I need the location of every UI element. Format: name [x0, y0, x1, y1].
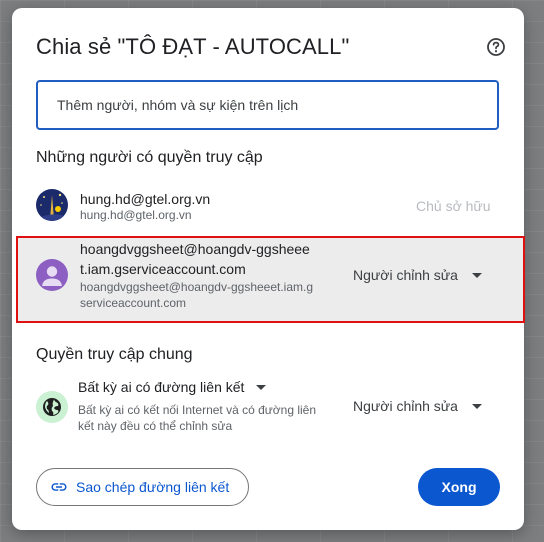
general-access-role-label: Người chỉnh sửa [353, 398, 458, 414]
person-role-dropdown[interactable]: Người chỉnh sửa [353, 267, 482, 283]
owner-role-label: Chủ sở hữu [416, 198, 491, 214]
general-access-scope-label: Bất kỳ ai có đường liên kết [78, 379, 245, 395]
person-role-label: Người chỉnh sửa [353, 267, 458, 283]
share-dialog: Chia sẻ "TÔ ĐẠT - AUTOCALL" Những người … [12, 8, 525, 530]
person-email: hung.hd@gtel.org.vn [80, 208, 192, 222]
avatar-image [36, 189, 68, 221]
chevron-down-icon [256, 384, 267, 390]
dialog-title: Chia sẻ "TÔ ĐẠT - AUTOCALL" [36, 34, 350, 59]
copy-link-label: Sao chép đường liên kết [76, 479, 230, 495]
person-name: hung.hd@gtel.org.vn [80, 191, 211, 207]
general-access-role-dropdown[interactable]: Người chỉnh sửa [353, 398, 482, 414]
person-email-line1: hoangdvggsheet@hoangdv-ggsheeet.iam.g [80, 280, 314, 294]
link-icon [51, 483, 67, 491]
chevron-down-icon [471, 403, 482, 409]
copy-link-button[interactable]: Sao chép đường liên kết [36, 468, 249, 506]
add-people-input[interactable] [36, 80, 499, 130]
general-access-description-line2: kết này đều có thể chỉnh sửa [78, 419, 233, 433]
globe-icon [36, 391, 68, 423]
done-button[interactable]: Xong [418, 468, 500, 506]
person-email-line2: serviceaccount.com [80, 296, 187, 310]
avatar [36, 189, 68, 221]
general-access-scope-dropdown[interactable]: Bất kỳ ai có đường liên kết [78, 379, 267, 395]
general-access-heading: Quyền truy cập chung [36, 346, 193, 363]
person-name-line2: t.iam.gserviceaccount.com [80, 261, 246, 277]
person-icon [42, 266, 62, 286]
chevron-down-icon [471, 272, 482, 278]
general-access-description-line1: Bất kỳ ai có kết nối Internet và có đườn… [78, 403, 317, 417]
people-section-heading: Những người có quyền truy cập [36, 149, 263, 166]
help-icon[interactable] [486, 37, 506, 57]
person-name-line1: hoangdvggsheet@hoangdv-ggsheee [80, 241, 310, 257]
avatar [36, 259, 68, 291]
